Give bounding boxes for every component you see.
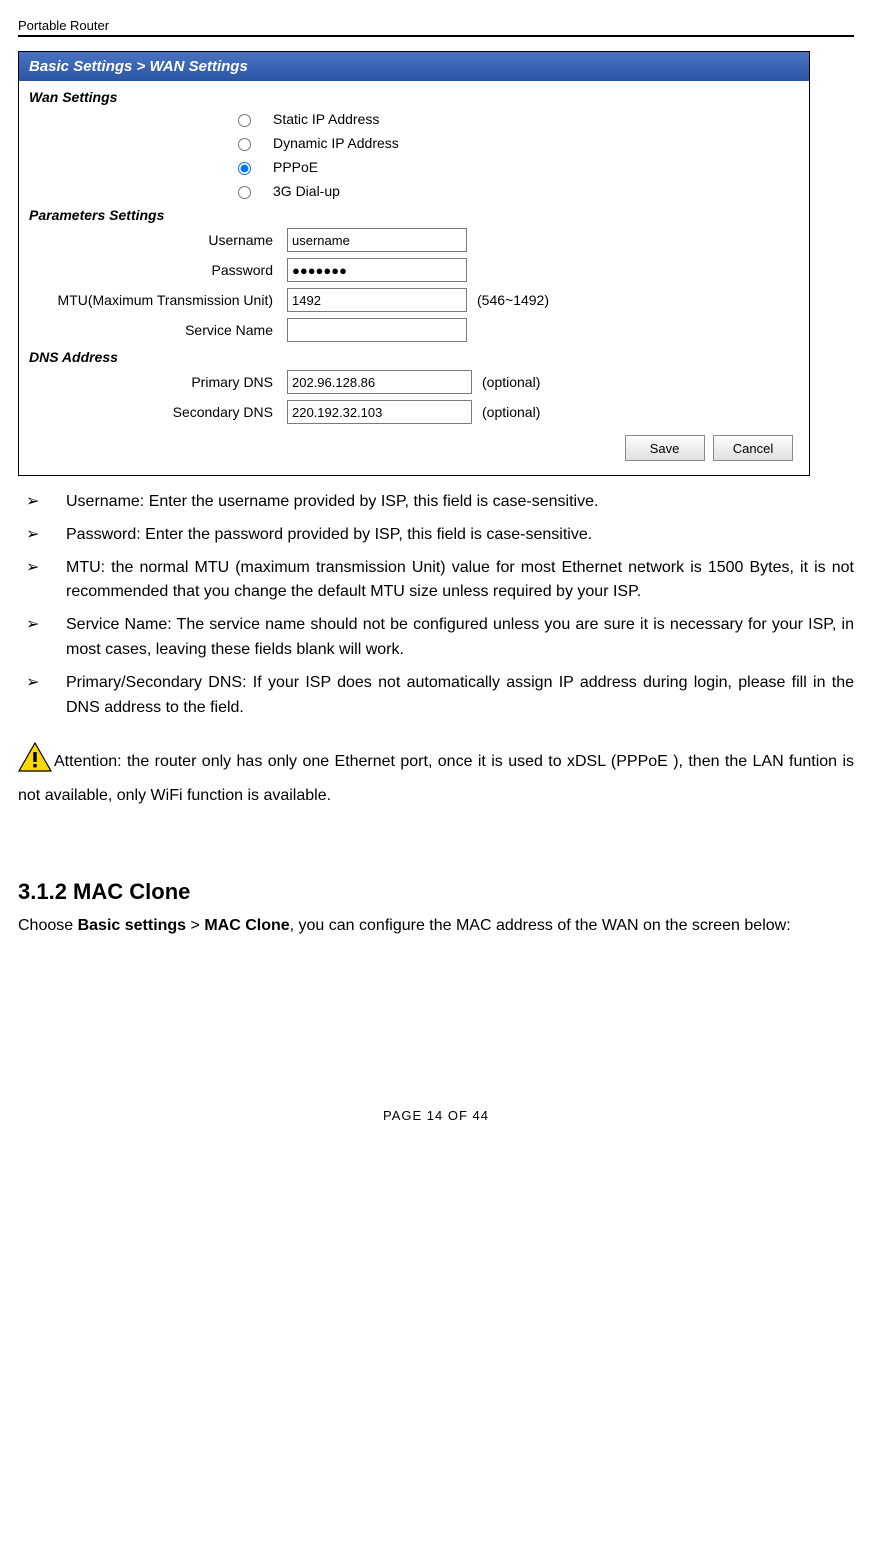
service-input[interactable] xyxy=(287,318,467,342)
save-button[interactable]: Save xyxy=(625,435,705,461)
radio-dynamic-label: Dynamic IP Address xyxy=(273,135,399,151)
primary-dns-optional: (optional) xyxy=(472,374,540,390)
para-bold: Basic settings xyxy=(78,917,186,934)
bullet-text: Service Name: The service name should no… xyxy=(66,613,854,663)
bullet-icon: ➢ xyxy=(18,556,66,581)
wan-type-radio-group: Static IP Address Dynamic IP Address PPP… xyxy=(23,107,805,203)
bullet-icon: ➢ xyxy=(18,490,66,515)
bullet-list: ➢ Username: Enter the username provided … xyxy=(18,486,854,724)
radio-static[interactable] xyxy=(238,114,251,127)
bullet-text: Primary/Secondary DNS: If your ISP does … xyxy=(66,671,854,721)
para-text: > xyxy=(186,917,204,934)
list-item: ➢ Primary/Secondary DNS: If your ISP doe… xyxy=(18,667,854,725)
radio-3g-label: 3G Dial-up xyxy=(273,183,340,199)
secondary-dns-optional: (optional) xyxy=(472,404,540,420)
primary-dns-input[interactable] xyxy=(287,370,472,394)
doc-hr xyxy=(18,35,854,37)
radio-3g-row[interactable]: 3G Dial-up xyxy=(233,179,805,203)
password-input[interactable] xyxy=(287,258,467,282)
mtu-label: MTU(Maximum Transmission Unit) xyxy=(23,292,287,308)
doc-header: Portable Router xyxy=(18,18,854,33)
bullet-icon: ➢ xyxy=(18,613,66,638)
wan-settings-title: Wan Settings xyxy=(23,85,805,107)
radio-static-row[interactable]: Static IP Address xyxy=(233,107,805,131)
list-item: ➢ Password: Enter the password provided … xyxy=(18,519,854,552)
dns-title: DNS Address xyxy=(23,345,805,367)
bullet-text: Username: Enter the username provided by… xyxy=(66,490,854,515)
breadcrumb: Basic Settings > WAN Settings xyxy=(19,52,809,81)
list-item: ➢ MTU: the normal MTU (maximum transmiss… xyxy=(18,552,854,610)
section-heading: 3.1.2 MAC Clone xyxy=(18,879,854,905)
bullet-icon: ➢ xyxy=(18,523,66,548)
bullet-text: MTU: the normal MTU (maximum transmissio… xyxy=(66,556,854,606)
section-paragraph: Choose Basic settings > MAC Clone, you c… xyxy=(18,913,854,939)
page-footer: PAGE 14 OF 44 xyxy=(18,1108,854,1123)
warning-icon xyxy=(18,742,52,781)
para-bold: MAC Clone xyxy=(204,917,289,934)
attention-text: Attention: the router only has only one … xyxy=(18,753,854,803)
mtu-hint: (546~1492) xyxy=(467,292,549,308)
radio-dynamic[interactable] xyxy=(238,138,251,151)
cancel-button[interactable]: Cancel xyxy=(713,435,793,461)
radio-pppoe-label: PPPoE xyxy=(273,159,318,175)
para-text: , you can configure the MAC address of t… xyxy=(290,917,791,934)
password-label: Password xyxy=(23,262,287,278)
radio-3g[interactable] xyxy=(238,186,251,199)
secondary-dns-input[interactable] xyxy=(287,400,472,424)
service-label: Service Name xyxy=(23,322,287,338)
bullet-text: Password: Enter the password provided by… xyxy=(66,523,854,548)
settings-screenshot: Basic Settings > WAN Settings Wan Settin… xyxy=(18,51,810,476)
username-label: Username xyxy=(23,232,287,248)
bullet-icon: ➢ xyxy=(18,671,66,696)
list-item: ➢ Username: Enter the username provided … xyxy=(18,486,854,519)
radio-pppoe[interactable] xyxy=(238,162,251,175)
primary-dns-label: Primary DNS xyxy=(23,374,287,390)
secondary-dns-label: Secondary DNS xyxy=(23,404,287,420)
username-input[interactable] xyxy=(287,228,467,252)
radio-static-label: Static IP Address xyxy=(273,111,379,127)
mtu-input[interactable] xyxy=(287,288,467,312)
para-text: Choose xyxy=(18,917,78,934)
list-item: ➢ Service Name: The service name should … xyxy=(18,609,854,667)
attention-block: Attention: the router only has only one … xyxy=(18,742,854,808)
params-title: Parameters Settings xyxy=(23,203,805,225)
radio-pppoe-row[interactable]: PPPoE xyxy=(233,155,805,179)
radio-dynamic-row[interactable]: Dynamic IP Address xyxy=(233,131,805,155)
